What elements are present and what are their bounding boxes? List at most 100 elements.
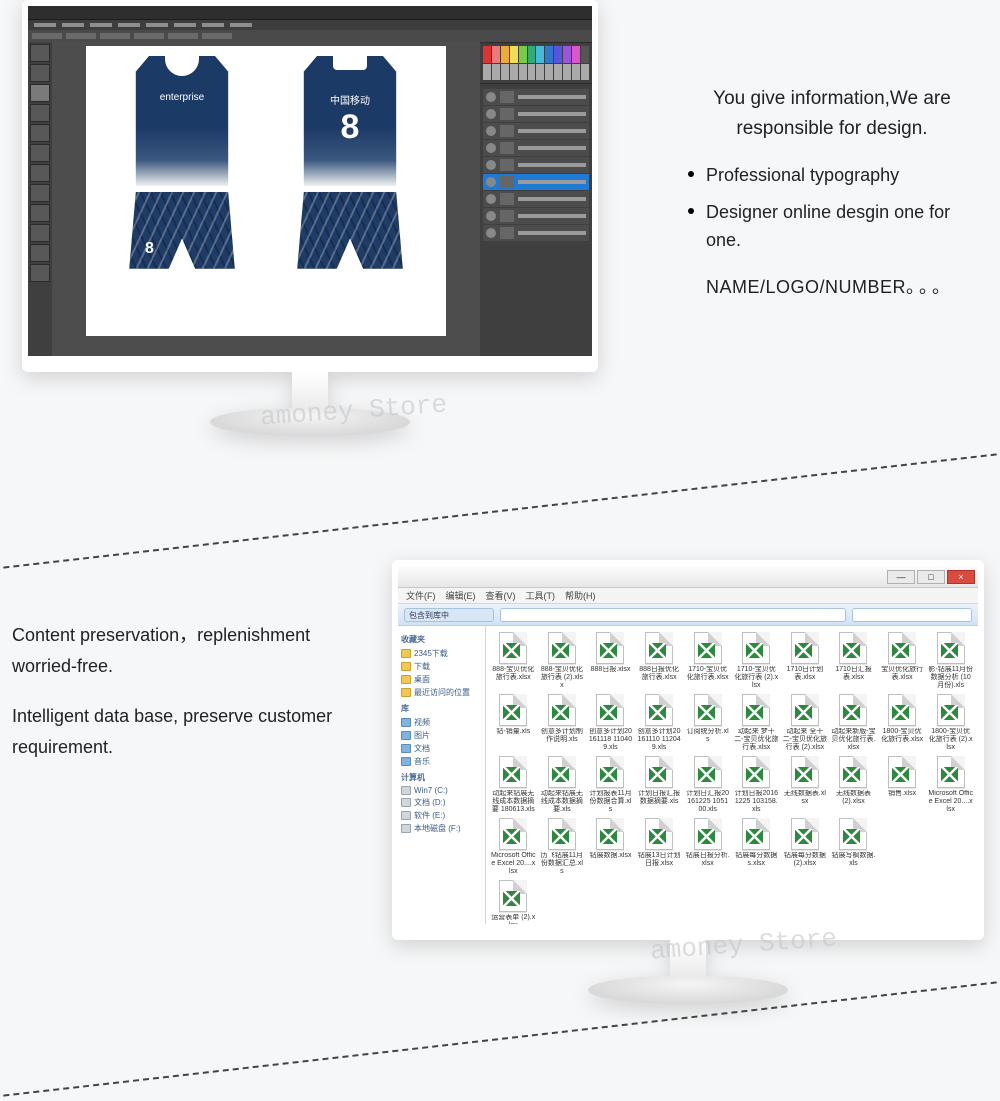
file-item[interactable]: 钻展数据.xlsx <box>587 818 634 878</box>
menu-item[interactable]: 编辑(E) <box>446 589 476 602</box>
file-item[interactable]: 888-宝贝优化旅行表 (2).xlsx <box>539 632 586 692</box>
file-item[interactable]: 计划日报20161225 103158.xls <box>733 756 780 816</box>
file-item[interactable]: 1800-宝贝优化旅行表.xlsx <box>879 694 926 754</box>
excel-file-icon <box>499 818 527 850</box>
file-item[interactable]: 计划日汇报20161225 105100.xls <box>684 756 731 816</box>
nav-item-label: 本地磁盘 (F:) <box>414 823 461 834</box>
ps-panels <box>480 42 592 356</box>
file-name: Microsoft Office Excel 20....xlsx <box>927 790 974 816</box>
nav-item[interactable]: 音乐 <box>401 755 482 768</box>
excel-file-icon <box>499 632 527 664</box>
excel-file-icon <box>839 694 867 726</box>
nav-item[interactable]: 本地磁盘 (F:) <box>401 822 482 835</box>
file-item[interactable]: 钻展写枫数据.xls <box>830 818 877 878</box>
nav-item[interactable]: 2345下载 <box>401 647 482 660</box>
excel-file-icon <box>742 818 770 850</box>
nav-item[interactable]: 下载 <box>401 660 482 673</box>
file-item[interactable]: 动起来新版-宝贝优化旅行表.xlsx <box>830 694 877 754</box>
nav-group-favorites: 收藏夹 <box>401 634 482 645</box>
file-item[interactable]: 创意多计划制作说明.xls <box>539 694 586 754</box>
layers-panel <box>483 87 589 241</box>
file-item[interactable]: 888日报.xlsx <box>587 632 634 692</box>
window-titlebar: — □ × <box>398 566 978 588</box>
file-name: 888-宝贝优化旅行表.xlsx <box>490 666 537 692</box>
menu-item[interactable]: 工具(T) <box>526 589 556 602</box>
menu-item[interactable]: 帮助(H) <box>565 589 596 602</box>
file-item[interactable]: 动起来 全十二-宝贝优化旅行表 (2).xlsx <box>782 694 829 754</box>
file-item[interactable]: 订阅统分析.xls <box>684 694 731 754</box>
minimize-button[interactable]: — <box>887 570 915 584</box>
file-item[interactable]: 888-宝贝优化旅行表.xlsx <box>490 632 537 692</box>
file-name: 1800-宝贝优化旅行表.xlsx <box>879 728 926 754</box>
nav-item-label: 图片 <box>414 730 430 741</box>
file-item[interactable]: 钻展每分数据s.xlsx <box>733 818 780 878</box>
file-item[interactable]: 1710日计划表.xlsx <box>782 632 829 692</box>
file-item[interactable]: 计划报表11月份数据合算.xls <box>587 756 634 816</box>
file-name: 钻-销量.xls <box>490 728 537 754</box>
file-item[interactable]: 钻展13日计划日报.xlsx <box>636 818 683 878</box>
nav-item[interactable]: Win7 (C:) <box>401 785 482 796</box>
body-text: Intelligent data base, preserve customer… <box>12 701 382 762</box>
nav-item[interactable]: 最近访问的位置 <box>401 686 482 699</box>
address-bar[interactable] <box>500 608 846 622</box>
ps-menubar <box>28 20 592 30</box>
file-item[interactable]: Microsoft Office Excel 20....xlsx <box>927 756 974 816</box>
nav-item[interactable]: 文档 <box>401 742 482 755</box>
excel-file-icon <box>596 818 624 850</box>
file-item[interactable]: 钻-销量.xls <box>490 694 537 754</box>
file-name: 钻展写枫数据.xls <box>830 852 877 878</box>
file-item[interactable]: 历飞钻展11月份数据汇总.xls <box>539 818 586 878</box>
file-item[interactable]: 1800-宝贝优化旅行表 (2).xlsx <box>927 694 974 754</box>
ps-canvas-area: enterprise 8 中国移动 8 <box>52 42 480 356</box>
toolbar-organize[interactable]: 包含到库中 <box>404 608 494 622</box>
file-item[interactable]: 销售.xlsx <box>879 756 926 816</box>
file-item[interactable]: 影-钻展11月份数据分析 (10月份).xls <box>927 632 974 692</box>
excel-file-icon <box>548 632 576 664</box>
file-name: 无线数据表.xlsx <box>782 790 829 816</box>
nav-item[interactable]: 桌面 <box>401 673 482 686</box>
nav-item[interactable]: 软件 (E:) <box>401 809 482 822</box>
menu-item[interactable]: 查看(V) <box>486 589 516 602</box>
file-item[interactable]: 无线数据表 (2).xlsx <box>830 756 877 816</box>
nav-item[interactable]: 视频 <box>401 716 482 729</box>
file-item[interactable]: 动起来钻展无线成本数据摘要.xls <box>539 756 586 816</box>
file-item[interactable]: 1710-宝贝优化旅行表.xlsx <box>684 632 731 692</box>
maximize-button[interactable]: □ <box>917 570 945 584</box>
jersey-back: 中国移动 8 <box>275 56 425 272</box>
file-item[interactable]: 运营表单 (2).xlsx <box>490 880 537 924</box>
file-item[interactable]: 888日报优化旅行表.xlsx <box>636 632 683 692</box>
file-item[interactable]: 创意多计划20161118 110409.xls <box>587 694 634 754</box>
menu-item[interactable]: 文件(F) <box>406 589 436 602</box>
file-name: 运营表单 (2).xlsx <box>490 914 537 924</box>
close-button[interactable]: × <box>947 570 975 584</box>
file-item[interactable]: Microsoft Office Excel 20....xlsx <box>490 818 537 878</box>
excel-file-icon <box>499 880 527 912</box>
file-item[interactable]: 创意多计划20161110 112049.xls <box>636 694 683 754</box>
file-item[interactable]: 宝贝优化旅行表.xlsx <box>879 632 926 692</box>
folder-icon <box>401 811 411 820</box>
excel-file-icon <box>888 694 916 726</box>
excel-file-icon <box>742 694 770 726</box>
file-item[interactable]: 钻展日报分析.xlsx <box>684 818 731 878</box>
jersey-back-text: 中国移动 <box>295 92 405 107</box>
excel-file-icon <box>742 756 770 788</box>
file-item[interactable]: 钻展每分数据 (2).xlsx <box>782 818 829 878</box>
file-name: 钻展每分数据 (2).xlsx <box>782 852 829 878</box>
nav-item[interactable]: 文档 (D:) <box>401 796 482 809</box>
folder-icon <box>401 718 411 727</box>
excel-file-icon <box>596 756 624 788</box>
nav-item[interactable]: 图片 <box>401 729 482 742</box>
file-item[interactable]: 无线数据表.xlsx <box>782 756 829 816</box>
nav-item-label: 桌面 <box>414 674 430 685</box>
folder-icon <box>401 824 411 833</box>
design-copy: You give information,We are responsible … <box>682 84 982 302</box>
shorts-number: 8 <box>145 240 154 258</box>
ps-options-bar <box>28 30 592 42</box>
file-item[interactable]: 1710日汇报表.xlsx <box>830 632 877 692</box>
search-box[interactable] <box>852 608 972 622</box>
file-item[interactable]: 1710-宝贝优化旅行表 (2).xlsx <box>733 632 780 692</box>
file-item[interactable]: 动起来钻展无线成本数据摘要 180613.xls <box>490 756 537 816</box>
photoshop-screen: enterprise 8 中国移动 8 <box>28 6 592 356</box>
file-item[interactable]: 动起来 梦十二-宝贝优化旅行表.xlsx <box>733 694 780 754</box>
file-item[interactable]: 计划日报汇报数据摘要.xls <box>636 756 683 816</box>
